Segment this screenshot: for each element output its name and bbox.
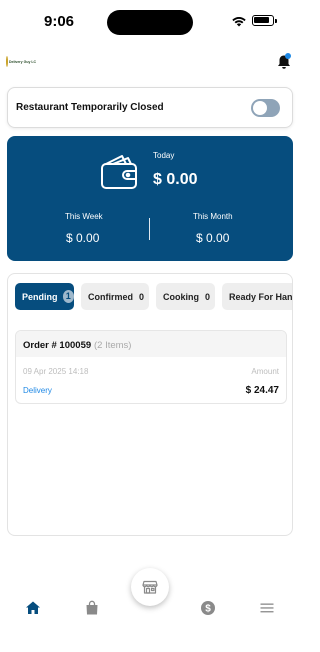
earnings-card: Today $ 0.00 This Week $ 0.00 This Month… — [7, 136, 293, 261]
battery-icon — [252, 15, 277, 26]
order-item-count: (2 Items) — [94, 340, 132, 351]
tab-label: Ready For Handover — [229, 291, 293, 302]
tab-label: Cooking — [163, 291, 199, 302]
wallet-icon — [101, 155, 137, 189]
tab-count: 0 — [139, 291, 145, 302]
week-earnings: $ 0.00 — [66, 231, 100, 245]
wifi-icon — [232, 16, 246, 27]
store-status-label: Restaurant Temporarily Closed — [16, 102, 164, 113]
home-icon[interactable] — [25, 600, 41, 616]
order-amount: $ 24.47 — [245, 385, 279, 396]
toggle-knob — [253, 101, 267, 115]
store-button[interactable] — [131, 568, 169, 606]
tab-label: Pending — [22, 291, 58, 302]
tab-count: 0 — [205, 291, 211, 302]
week-label: This Week — [65, 212, 103, 221]
order-status-tabs: Pending 1 Confirmed 0 Cooking 0 Ready Fo… — [15, 283, 293, 310]
status-time: 9:06 — [44, 13, 75, 30]
tab-ready-for-handover[interactable]: Ready For Handover — [222, 283, 293, 310]
amount-label: Amount — [251, 367, 279, 376]
menu-icon[interactable] — [259, 600, 275, 616]
restaurant-logo[interactable]: Delivery Guy LC — [6, 55, 36, 68]
order-card[interactable]: Order # 100059 (2 Items) 09 Apr 2025 14:… — [15, 330, 287, 404]
today-label: Today — [153, 151, 175, 160]
store-closed-toggle[interactable] — [251, 99, 280, 117]
month-earnings: $ 0.00 — [196, 231, 230, 245]
orders-panel: Pending 1 Confirmed 0 Cooking 0 Ready Fo… — [7, 273, 293, 536]
tab-label: Confirmed — [88, 291, 133, 302]
tab-cooking[interactable]: Cooking 0 — [156, 283, 215, 310]
status-bar: 9:06 — [0, 0, 300, 44]
dynamic-island — [107, 10, 193, 35]
order-number: Order # 100059 — [23, 340, 92, 351]
store-status-card: Restaurant Temporarily Closed — [7, 87, 293, 128]
order-date: 09 Apr 2025 14:18 — [23, 367, 89, 376]
shopping-bag-icon[interactable] — [84, 600, 100, 616]
tab-count: 1 — [62, 290, 74, 303]
store-icon — [142, 580, 158, 594]
dollar-icon[interactable]: $ — [200, 600, 216, 616]
order-type: Delivery — [23, 386, 52, 395]
logo-emblem — [6, 56, 8, 67]
month-label: This Month — [193, 212, 233, 221]
today-earnings: $ 0.00 — [153, 171, 198, 188]
tab-confirmed[interactable]: Confirmed 0 — [81, 283, 149, 310]
notification-badge — [285, 53, 291, 59]
earnings-divider — [149, 218, 150, 240]
svg-text:$: $ — [205, 604, 211, 615]
order-card-header: Order # 100059 (2 Items) — [16, 331, 286, 357]
logo-text: Delivery Guy LC — [9, 59, 37, 64]
tab-pending[interactable]: Pending 1 — [15, 283, 74, 310]
